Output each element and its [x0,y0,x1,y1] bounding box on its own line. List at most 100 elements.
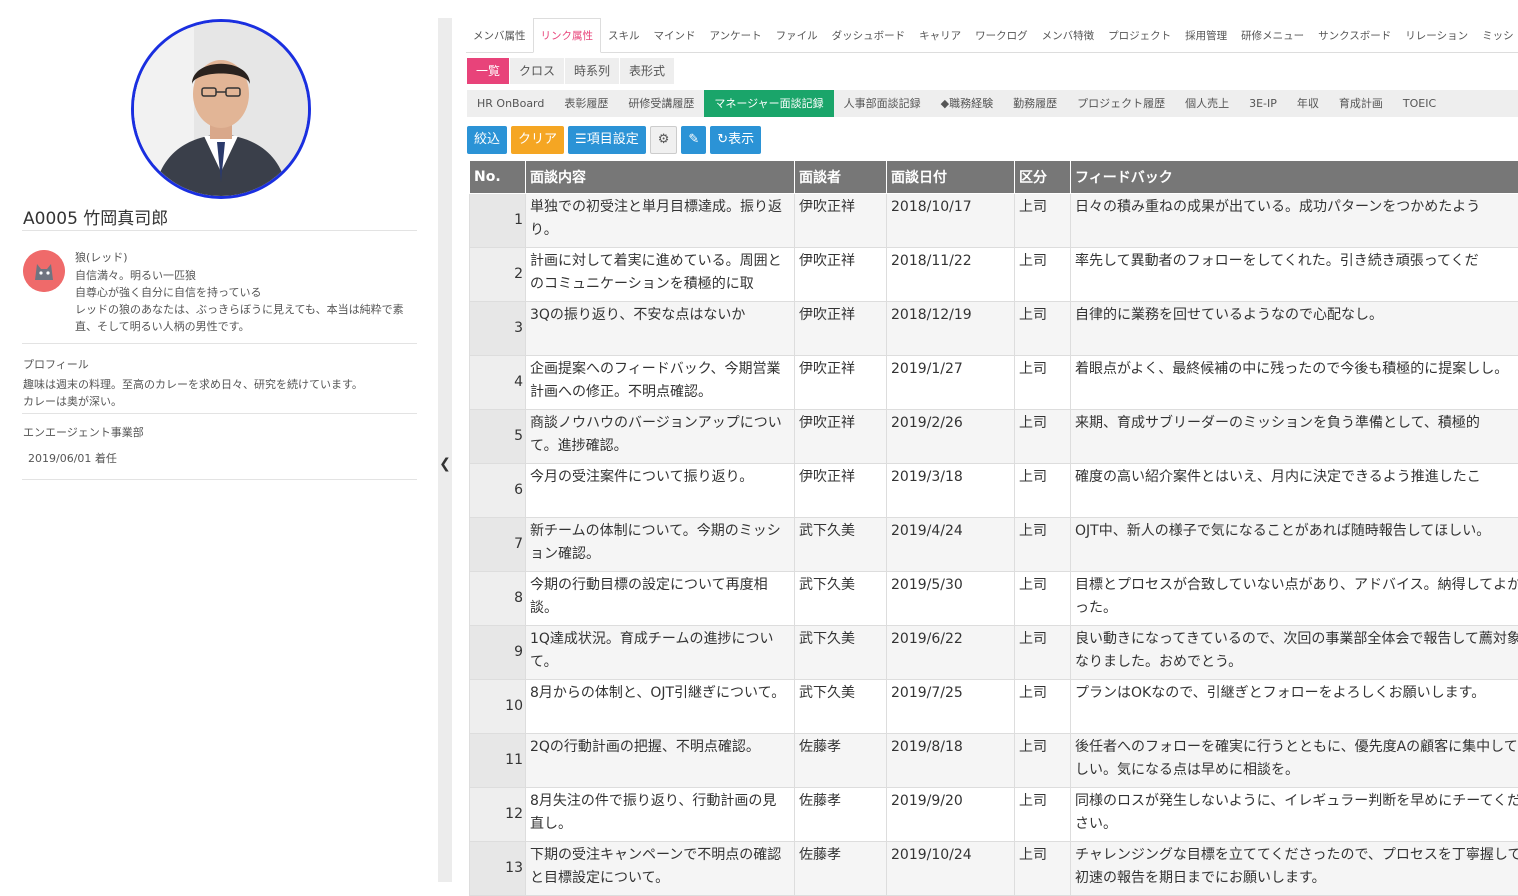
tab-thanks-board[interactable]: サンクスボード [1311,19,1398,52]
table-row[interactable]: 13下期の受注キャンペーンで不明点の確認と目標設定について。佐藤孝2019/10… [470,842,1518,896]
filter-button[interactable]: 絞込 [467,126,507,154]
cell-category-text: 上司 [1019,250,1066,273]
subtab-3e-ip[interactable]: 3E-IP [1239,90,1287,117]
table-row[interactable]: 5商談ノウハウのバージョンアップについて。進捗確認。伊吹正祥2019/2/26上… [470,410,1518,464]
subtab-awards[interactable]: 表彰履歴 [554,90,618,117]
view-tab-list[interactable]: 一覧 [467,58,509,84]
profile-label: プロフィール [23,357,89,372]
subtab-toeic[interactable]: TOEIC [1393,90,1446,117]
cell-no: 11 [470,734,526,788]
tab-mission[interactable]: ミッシ [1475,19,1518,52]
cell-content-text: 商談ノウハウのバージョンアップについて。進捗確認。 [530,412,790,458]
table-row[interactable]: 8今期の行動目標の設定について再度相談。武下久美2019/5/30上司目標とプロ… [470,572,1518,626]
cell-feedback-text: 来期、育成サブリーダーのミッションを負う準備として、積極的 [1075,412,1518,435]
tab-dashboard[interactable]: ダッシュボード [825,19,913,52]
table-row[interactable]: 1単独での初受注と単月目標達成。振り返り。伊吹正祥2018/10/17上司日々の… [470,194,1518,248]
view-tab-cross[interactable]: クロス [510,58,564,84]
cell-no-text: 11 [474,749,523,772]
display-button[interactable]: ↻表示 [710,126,761,154]
cell-interviewer: 伊吹正祥 [795,410,887,464]
cell-no: 1 [470,194,526,248]
tab-member-attributes[interactable]: メンバ属性 [466,19,533,52]
subtab-hr-onboard[interactable]: HR OnBoard [467,90,554,117]
cell-no-text: 9 [474,641,523,664]
chevron-left-icon[interactable]: ❮ [438,454,452,474]
tab-member-features[interactable]: メンバ特徴 [1035,19,1102,52]
cell-feedback-text: プランはOKなので、引継ぎとフォローをよろしくお願いします。 [1075,682,1518,705]
subtab-project-history[interactable]: プロジェクト履歴 [1067,90,1175,117]
tab-worklog[interactable]: ワークログ [968,19,1035,52]
cell-interviewer-text: 伊吹正祥 [799,196,882,219]
cell-feedback: 良い動きになってきているので、次回の事業部全体会で報告して薦対象になりました。お… [1071,626,1518,680]
cell-feedback-text: OJT中、新人の様子で気になることがあれば随時報告してほしい。 [1075,520,1518,543]
cell-no: 5 [470,410,526,464]
toolbar: 絞込クリア☰項目設定⚙✎↻表示 [467,126,765,154]
cell-category-text: 上司 [1019,574,1066,597]
subtab-hr-interviews[interactable]: 人事部面談記録 [834,90,931,117]
subtab-job-experience[interactable]: ◆職務経験 [931,90,1003,117]
header-no[interactable]: No. [470,161,526,194]
header-category[interactable]: 区分 [1015,161,1071,194]
cell-category: 上司 [1015,680,1071,734]
view-tabs: 一覧クロス時系列表形式 [467,58,675,84]
cell-date-text: 2019/2/26 [891,412,1010,435]
header-date[interactable]: 面談日付 [887,161,1015,194]
clear-button[interactable]: クリア [511,126,564,154]
table-row[interactable]: 33Qの振り返り、不安な点はないか伊吹正祥2018/12/19上司自律的に業務を… [470,302,1518,356]
cell-date-text: 2019/9/20 [891,790,1010,813]
header-interviewer[interactable]: 面談者 [795,161,887,194]
subtab-personal-sales[interactable]: 個人売上 [1175,90,1239,117]
table-row[interactable]: 128月失注の件で振り返り、行動計画の見直し。佐藤孝2019/9/20上司同様の… [470,788,1518,842]
view-tab-table[interactable]: 表形式 [620,58,674,84]
department: エンエージェント事業部 [23,425,144,440]
view-tab-timeline[interactable]: 時系列 [565,58,619,84]
cell-date-text: 2018/11/22 [891,250,1010,273]
column-settings-button[interactable]: ☰項目設定 [568,126,646,154]
tab-survey[interactable]: アンケート [703,19,769,52]
subtab-manager-interviews[interactable]: マネージャー面談記録 [704,90,833,117]
tab-training-menu[interactable]: 研修メニュー [1234,19,1311,52]
table-row[interactable]: 7新チームの体制について。今期のミッション確認。武下久美2019/4/24上司O… [470,518,1518,572]
table-row[interactable]: 2計画に対して着実に進めている。周囲とのコミュニケーションを積極的に取伊吹正祥2… [470,248,1518,302]
divider [22,230,417,231]
cell-no-text: 4 [474,371,523,394]
gear-icon[interactable]: ⚙ [650,126,678,154]
table-row[interactable]: 112Qの行動計画の把握、不明点確認。佐藤孝2019/8/18上司後任者へのフォ… [470,734,1518,788]
tab-link-attributes[interactable]: リンク属性 [533,18,602,53]
cell-feedback-text: 日々の積み重ねの成果が出ている。成功パターンをつかめたよう [1075,196,1518,219]
table-row[interactable]: 91Q達成状況。育成チームの進捗について。武下久美2019/6/22上司良い動き… [470,626,1518,680]
column-settings-label: 項目設定 [587,132,639,147]
cell-category-text: 上司 [1019,682,1066,705]
cell-content: 今期の行動目標の設定について再度相談。 [526,572,795,626]
table-row[interactable]: 108月からの体制と、OJT引継ぎについて。武下久美2019/7/25上司プラン… [470,680,1518,734]
tab-career[interactable]: キャリア [912,19,968,52]
tab-relation[interactable]: リレーション [1398,19,1475,52]
cell-date-text: 2019/4/24 [891,520,1010,543]
header-feedback[interactable]: フィードバック [1071,161,1518,194]
subtab-annual-income[interactable]: 年収 [1287,90,1329,117]
cell-feedback-text: 確度の高い紹介案件とはいえ、月内に決定できるよう推進したこ [1075,466,1518,489]
edit-icon[interactable]: ✎ [681,126,706,154]
header-content[interactable]: 面談内容 [526,161,795,194]
cell-category: 上司 [1015,788,1071,842]
panel-splitter[interactable] [438,18,452,882]
tab-file[interactable]: ファイル [769,19,825,52]
table-body: 1単独での初受注と単月目標達成。振り返り。伊吹正祥2018/10/17上司日々の… [470,194,1518,896]
tab-project[interactable]: プロジェクト [1101,19,1178,52]
table-row[interactable]: 4企画提案へのフィードバック、今期営業計画への修正。不明点確認。伊吹正祥2019… [470,356,1518,410]
subtab-development-plan[interactable]: 育成計画 [1329,90,1393,117]
cell-no: 6 [470,464,526,518]
cell-feedback: 自律的に業務を回せているようなので心配なし。 [1071,302,1518,356]
cell-date-text: 2019/6/22 [891,628,1010,651]
subtab-work-history[interactable]: 勤務履歴 [1003,90,1067,117]
subtab-training-history[interactable]: 研修受講履歴 [618,90,704,117]
tab-mind[interactable]: マインド [647,19,703,52]
tab-recruitment[interactable]: 採用管理 [1178,19,1234,52]
cell-no: 7 [470,518,526,572]
cell-category-text: 上司 [1019,466,1066,489]
cell-content: 企画提案へのフィードバック、今期営業計画への修正。不明点確認。 [526,356,795,410]
divider [22,479,417,480]
cell-date: 2019/1/27 [887,356,1015,410]
tab-skill[interactable]: スキル [601,19,647,52]
table-row[interactable]: 6今月の受注案件について振り返り。伊吹正祥2019/3/18上司確度の高い紹介案… [470,464,1518,518]
